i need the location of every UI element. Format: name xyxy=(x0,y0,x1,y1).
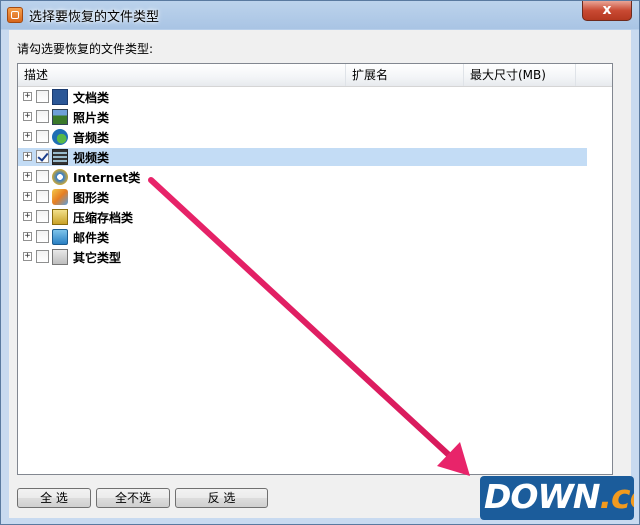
watermark-logo: DOWN.cc xyxy=(484,477,634,516)
down-cc-watermark: DOWN.cc xyxy=(480,476,634,520)
annotation-arrow xyxy=(148,177,470,476)
